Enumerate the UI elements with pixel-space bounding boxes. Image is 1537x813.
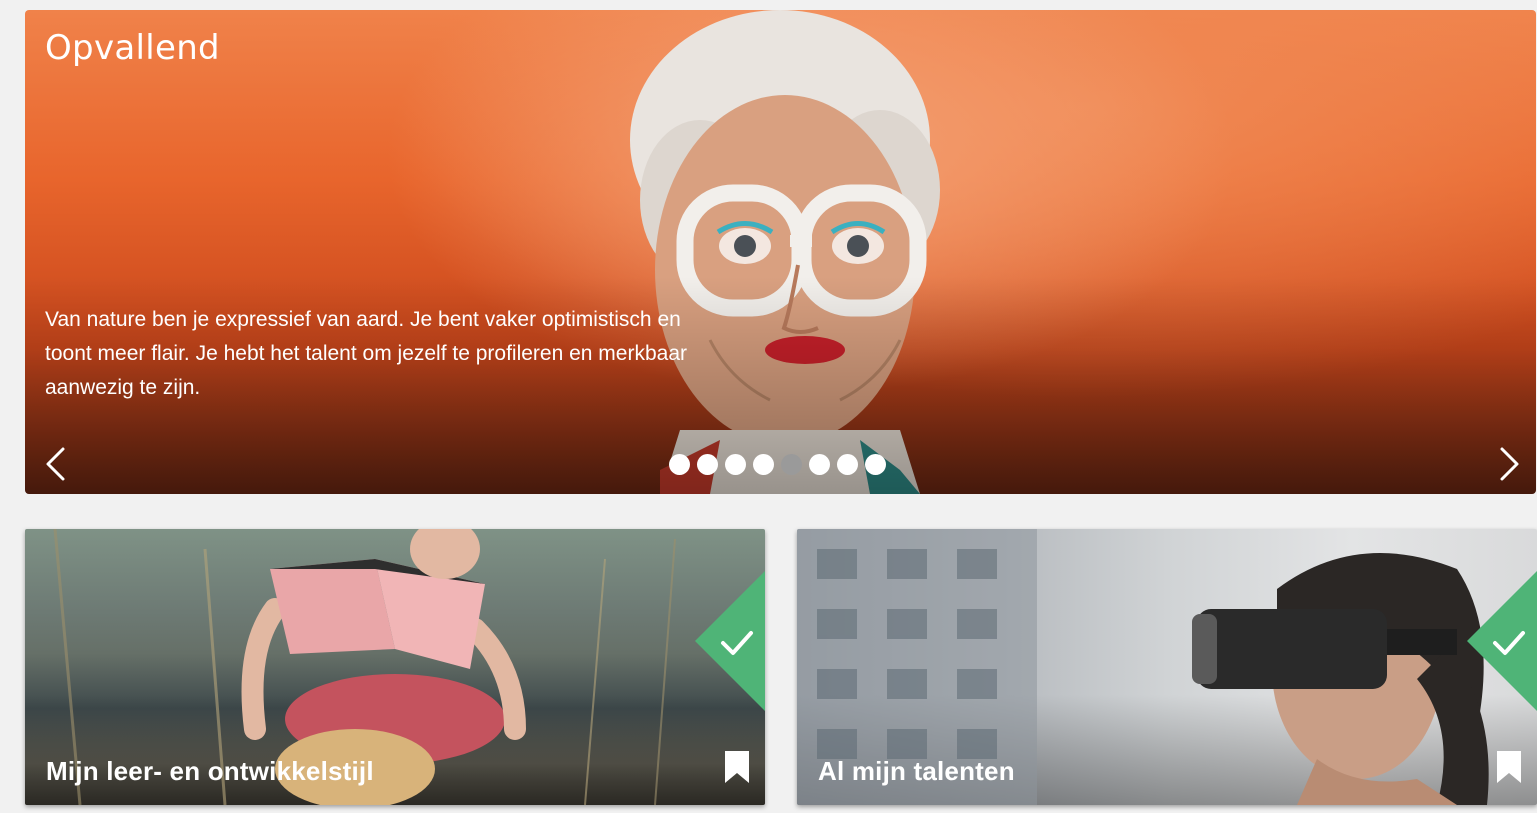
- carousel-dot-active[interactable]: [781, 454, 802, 475]
- hero-carousel: Opvallend Van nature ben je expressief v…: [25, 10, 1536, 494]
- carousel-dot[interactable]: [725, 454, 746, 475]
- card-title: Mijn leer- en ontwikkelstijl: [46, 756, 374, 786]
- card-title: Al mijn talenten: [818, 756, 1015, 786]
- page: Opvallend Van nature ben je expressief v…: [0, 0, 1537, 813]
- carousel-dot[interactable]: [837, 454, 858, 475]
- carousel-dot[interactable]: [669, 454, 690, 475]
- carousel-next-button[interactable]: [1494, 446, 1524, 482]
- carousel-dot[interactable]: [809, 454, 830, 475]
- carousel-dot[interactable]: [865, 454, 886, 475]
- hero-description: Van nature ben je expressief van aard. J…: [45, 308, 688, 399]
- bookmark-button[interactable]: [1495, 749, 1523, 785]
- bookmark-icon: [1497, 751, 1521, 783]
- chevron-right-icon: [1500, 447, 1519, 481]
- check-icon: [1467, 571, 1537, 711]
- completed-badge: [1467, 571, 1537, 711]
- carousel-dots: [669, 454, 886, 475]
- hero-overlay: [25, 10, 1536, 494]
- completed-badge: [695, 571, 765, 711]
- bookmark-icon: [725, 751, 749, 783]
- check-icon: [695, 571, 765, 711]
- carousel-dot[interactable]: [753, 454, 774, 475]
- card-all-talents[interactable]: Al mijn talenten: [797, 529, 1537, 805]
- chevron-left-icon: [46, 447, 65, 481]
- card-learning-style[interactable]: Mijn leer- en ontwikkelstijl: [25, 529, 765, 805]
- carousel-prev-button[interactable]: [41, 446, 71, 482]
- bookmark-button[interactable]: [723, 749, 751, 785]
- carousel-dot[interactable]: [697, 454, 718, 475]
- hero-title: Opvallend: [45, 28, 220, 68]
